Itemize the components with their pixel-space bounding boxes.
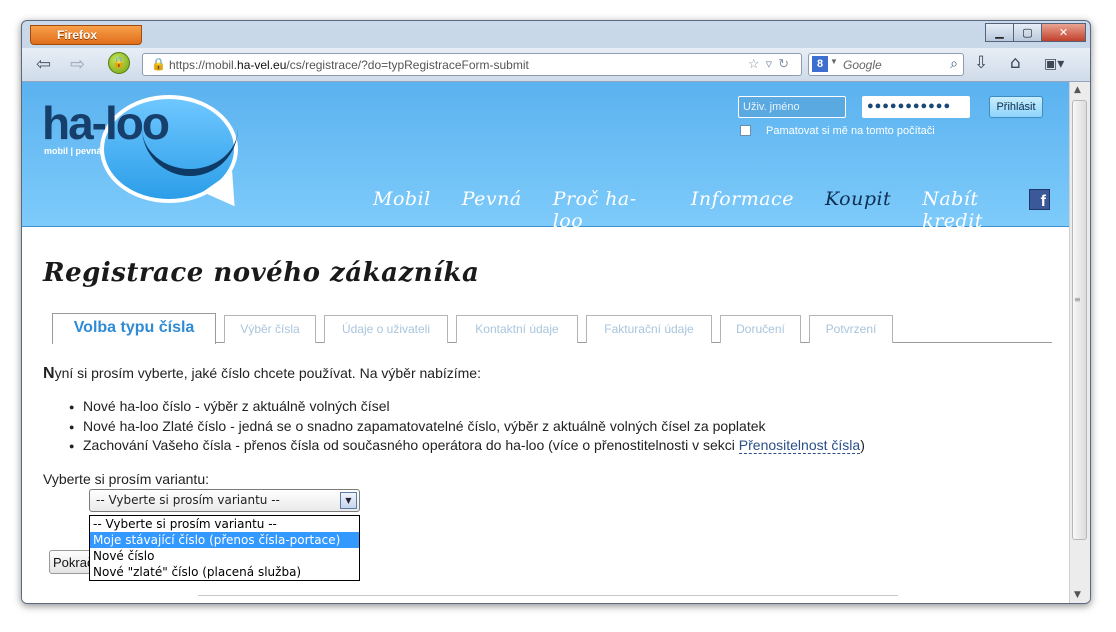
page-viewport: ha-loo mobil | pevná Uživ. jméno ●●●●●●●… <box>22 82 1069 603</box>
search-bar[interactable]: 8 ▼ Google ⌕ <box>808 53 964 76</box>
portability-link[interactable]: Přenositelnost čísla <box>738 437 861 454</box>
site-navigation: Mobil Pevná Proč ha-loo Informace Koupit… <box>373 188 1069 232</box>
variant-dropdown-list: -- Vyberte si prosím variantu -- Moje st… <box>89 515 360 581</box>
browser-window: Firefox ▁ ▢ ✕ ⇦ ⇨ 🔒 🔒 https://mobil.ha-v… <box>21 20 1091 604</box>
tab-volba-typu-cisla[interactable]: Volba typu čísla <box>52 313 216 344</box>
variant-select[interactable]: -- Vyberte si prosím variantu -- ▼ <box>89 489 360 512</box>
footer-divider <box>198 595 898 596</box>
intro-initial: N <box>43 365 55 382</box>
tab-doruceni[interactable]: Doručení <box>720 315 801 343</box>
firefox-menu-button[interactable]: Firefox <box>30 25 142 45</box>
nav-item-koupit[interactable]: Koupit <box>825 188 891 232</box>
nav-item-nabit-kredit[interactable]: Nabít kredit <box>922 188 1038 232</box>
remember-me-label: Pamatovat si mě na tomto počítači <box>766 125 935 137</box>
dropdown-option[interactable]: Nové "zlaté" číslo (placená služba) <box>90 564 359 580</box>
bookmark-star-icon[interactable]: ☆▿↻ <box>748 56 795 72</box>
scroll-down-icon[interactable]: ▼ <box>1074 590 1081 600</box>
variant-label: Vyberte si prosím variantu: <box>43 471 209 487</box>
window-controls: ▁ ▢ ✕ <box>985 23 1086 42</box>
tab-udaje-o-uzivateli[interactable]: Údaje o uživateli <box>324 315 448 343</box>
logo-subtitle: mobil | pevná <box>44 146 102 156</box>
scroll-up-icon[interactable]: ▲ <box>1074 85 1081 95</box>
bookmarks-menu-icon[interactable]: ▣▾ <box>1044 56 1064 72</box>
list-item: Nové ha-loo Zlaté číslo - jedná se o sna… <box>69 418 865 438</box>
navigation-toolbar: ⇦ ⇨ 🔒 🔒 https://mobil.ha-vel.eu/cs/regis… <box>22 48 1090 82</box>
list-item: Zachování Vašeho čísla - přenos čísla od… <box>69 437 865 457</box>
address-bar[interactable]: 🔒 https://mobil.ha-vel.eu/cs/registrace/… <box>142 53 802 76</box>
nav-item-proc-ha-loo[interactable]: Proč ha-loo <box>553 188 660 232</box>
registration-steps: Volba typu čísla Výběr čísla Údaje o uži… <box>52 313 1052 344</box>
tab-vyber-cisla[interactable]: Výběr čísla <box>224 315 316 343</box>
close-icon[interactable]: ✕ <box>1041 23 1086 42</box>
login-button[interactable]: Přihlásit <box>989 96 1043 118</box>
bullet3-end: ) <box>860 437 865 453</box>
maximize-icon[interactable]: ▢ <box>1013 23 1042 42</box>
search-icon[interactable]: ⌕ <box>950 55 958 72</box>
page-title: Registrace nového zákazníka <box>43 258 480 288</box>
site-logo[interactable]: ha-loo <box>42 96 170 150</box>
intro-text: Nyní si prosím vyberte, jaké číslo chcet… <box>43 365 481 383</box>
url-prefix: https://mobil. <box>169 58 238 72</box>
select-value: -- Vyberte si prosím variantu -- <box>96 493 280 507</box>
dropdown-option[interactable]: Nové číslo <box>90 548 359 564</box>
nav-item-mobil[interactable]: Mobil <box>373 188 431 232</box>
bullet3-text: Zachování Vašeho čísla - přenos čísla od… <box>83 437 739 453</box>
search-placeholder: Google <box>843 58 882 72</box>
forward-arrow-icon[interactable]: ⇨ <box>70 54 85 75</box>
password-field[interactable]: ●●●●●●●●●●● <box>862 96 970 118</box>
home-icon[interactable]: ⌂ <box>1010 53 1021 73</box>
facebook-icon[interactable]: f <box>1029 189 1050 210</box>
username-field[interactable]: Uživ. jméno <box>738 96 846 118</box>
download-icon[interactable]: ⇩ <box>974 53 988 73</box>
engine-dropdown-icon[interactable]: ▼ <box>830 57 838 66</box>
nav-item-informace[interactable]: Informace <box>691 188 794 232</box>
chevron-down-icon[interactable]: ▼ <box>340 492 357 509</box>
padlock-icon: 🔒 <box>151 57 166 71</box>
secure-site-icon[interactable]: 🔒 <box>108 52 130 74</box>
url-path: /cs/registrace/?do=typRegistraceForm-sub… <box>286 58 529 72</box>
intro-rest: yní si prosím vyberte, jaké číslo chcete… <box>54 365 481 381</box>
minimize-icon[interactable]: ▁ <box>985 23 1014 42</box>
tab-potvrzeni[interactable]: Potvrzení <box>809 315 893 343</box>
list-item: Nové ha-loo číslo - výběr z aktuálně vol… <box>69 398 865 418</box>
scrollbar-thumb[interactable] <box>1072 100 1087 540</box>
dropdown-option[interactable]: -- Vyberte si prosím variantu -- <box>90 516 359 532</box>
url-host: ha-vel.eu <box>237 58 287 72</box>
vertical-scrollbar[interactable]: ▲ ≡ ▼ <box>1069 82 1090 603</box>
google-engine-icon[interactable]: 8 <box>812 56 828 72</box>
back-arrow-icon[interactable]: ⇦ <box>36 54 51 75</box>
site-header: ha-loo mobil | pevná Uživ. jméno ●●●●●●●… <box>22 82 1069 232</box>
scroll-grip-icon: ≡ <box>1074 295 1081 304</box>
nav-item-pevna[interactable]: Pevná <box>462 188 522 232</box>
remember-me-checkbox[interactable] <box>740 125 751 136</box>
options-list: Nové ha-loo číslo - výběr z aktuálně vol… <box>69 398 865 457</box>
tab-fakturacni-udaje[interactable]: Fakturační údaje <box>586 315 712 343</box>
dropdown-option[interactable]: Moje stávající číslo (přenos čísla-porta… <box>90 532 359 548</box>
tab-kontaktni-udaje[interactable]: Kontaktní údaje <box>456 315 578 343</box>
